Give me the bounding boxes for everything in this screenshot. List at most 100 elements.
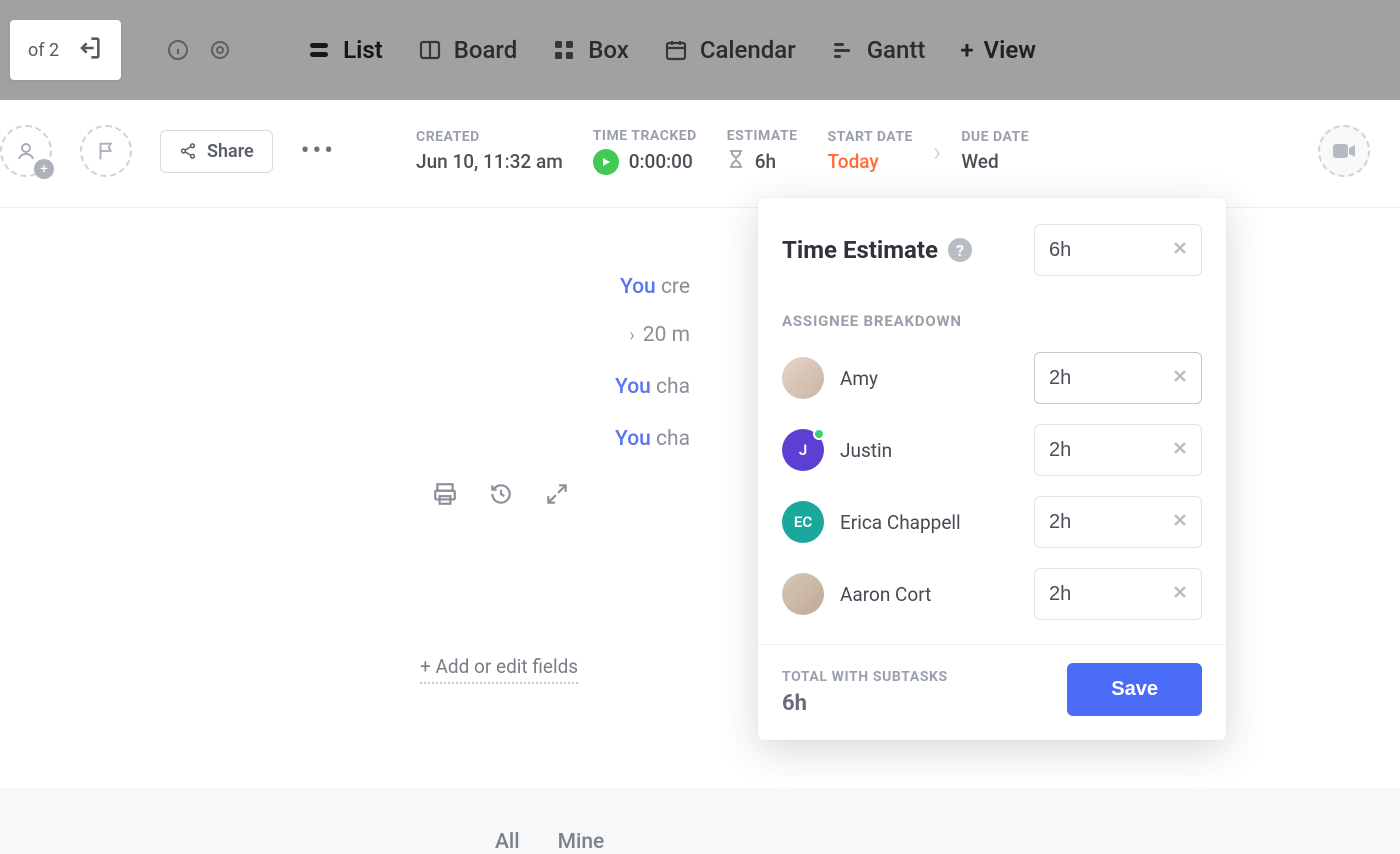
help-icon[interactable]: ? [948, 238, 972, 262]
clear-icon[interactable] [1170, 582, 1190, 606]
assignee-name: Amy [840, 367, 878, 390]
tab-board[interactable]: Board [418, 36, 518, 64]
add-view-label: View [984, 36, 1036, 64]
tab-board-label: Board [454, 36, 518, 64]
clear-icon[interactable] [1170, 438, 1190, 462]
assignee-time-field [1034, 568, 1202, 620]
assignee-info: Aaron Cort [782, 573, 931, 615]
tab-list[interactable]: List [307, 36, 383, 64]
date-separator-icon: › [933, 135, 941, 168]
footer-total: TOTAL WITH SUBTASKS 6h [782, 669, 948, 716]
avatar-initials: EC [794, 513, 812, 531]
clear-estimate-button[interactable] [1170, 238, 1190, 262]
activity-text: cha [651, 375, 690, 399]
pager-text: of 2 [28, 40, 59, 61]
priority-flag-button[interactable] [80, 125, 132, 177]
time-tracked-col[interactable]: TIME TRACKED 0:00:00 [593, 128, 697, 175]
tab-box[interactable]: Box [552, 36, 629, 64]
avatar: J [782, 429, 824, 471]
created-col: CREATED Jun 10, 11:32 am [416, 129, 563, 173]
assignee-row: EC Erica Chappell [758, 486, 1226, 558]
estimate-label: ESTIMATE [727, 128, 798, 144]
total-estimate-field [1034, 224, 1202, 276]
estimate-value: 6h [727, 149, 798, 174]
start-value: Today [828, 150, 913, 173]
tab-calendar[interactable]: Calendar [664, 36, 796, 64]
play-icon[interactable] [593, 149, 619, 175]
assignee-info: EC Erica Chappell [782, 501, 961, 543]
target-icon[interactable] [208, 38, 232, 62]
nav-misc-icons [166, 38, 232, 62]
assignee-name: Erica Chappell [840, 511, 961, 534]
share-button[interactable]: Share [160, 130, 273, 173]
activity-line-4: You cha [615, 427, 690, 451]
avatar [782, 573, 824, 615]
footer-label: TOTAL WITH SUBTASKS [782, 669, 948, 685]
assignee-row: J Justin [758, 414, 1226, 486]
add-fields-button[interactable]: + Add or edit fields [420, 655, 578, 684]
comment-tabs: All Mine [495, 830, 604, 854]
assignee-name: Justin [840, 439, 892, 462]
assignee-time-field [1034, 424, 1202, 476]
estimate-value-text: 6h [755, 150, 776, 173]
you-link[interactable]: You [615, 427, 651, 451]
exit-icon[interactable] [75, 34, 103, 66]
avatar [782, 357, 824, 399]
expand-icon[interactable] [544, 481, 570, 507]
assignee-info: J Justin [782, 429, 892, 471]
content-area: + Share ••• CREATED Jun 10, 11:32 am TIM… [0, 100, 1400, 788]
estimate-col[interactable]: ESTIMATE 6h [727, 128, 798, 174]
task-meta-row: + Share ••• CREATED Jun 10, 11:32 am TIM… [0, 100, 1400, 208]
popover-footer: TOTAL WITH SUBTASKS 6h Save [758, 644, 1226, 740]
you-link[interactable]: You [615, 375, 651, 399]
print-icon[interactable] [432, 481, 458, 507]
you-link[interactable]: You [620, 275, 656, 299]
tab-mine[interactable]: Mine [558, 830, 605, 854]
history-icon[interactable] [488, 481, 514, 507]
add-assignee-button[interactable]: + [0, 125, 52, 177]
assignee-time-field [1034, 496, 1202, 548]
due-value: Wed [961, 150, 1029, 173]
footer-value: 6h [782, 691, 948, 716]
tracked-time-text: 0:00:00 [629, 150, 693, 173]
plus-badge-icon: + [34, 159, 54, 179]
online-status-icon [813, 428, 825, 440]
activity-text: cre [656, 275, 690, 299]
activity-line-3: You cha [615, 375, 690, 399]
assignee-row: Amy [758, 342, 1226, 414]
time-estimate-popover: Time Estimate ? ASSIGNEE BREAKDOWN Amy J [758, 198, 1226, 740]
due-date-col[interactable]: DUE DATE Wed [961, 129, 1029, 173]
activity-text: cha [651, 427, 690, 451]
tab-list-label: List [343, 36, 383, 64]
due-label: DUE DATE [961, 129, 1029, 145]
video-call-button[interactable] [1318, 125, 1370, 177]
start-date-col[interactable]: START DATE Today [828, 129, 913, 173]
created-label: CREATED [416, 129, 563, 145]
top-nav: of 2 List Board Box Calendar Gantt [0, 0, 1400, 100]
tab-box-label: Box [588, 36, 629, 64]
clear-icon[interactable] [1170, 510, 1190, 534]
add-view-button[interactable]: + View [960, 36, 1036, 64]
activity-feed: You cre ›20 m You cha You cha [0, 220, 750, 507]
activity-text: 20 m [643, 323, 690, 347]
tab-calendar-label: Calendar [700, 36, 796, 64]
clear-icon[interactable] [1170, 366, 1190, 390]
activity-actions [0, 481, 570, 507]
plus-icon: + [960, 36, 973, 64]
meta-left-controls: + Share ••• [0, 125, 336, 177]
created-value: Jun 10, 11:32 am [416, 150, 563, 173]
pager-pill: of 2 [10, 20, 121, 80]
more-menu-button[interactable]: ••• [301, 136, 336, 166]
avatar: EC [782, 501, 824, 543]
view-tabs: List Board Box Calendar Gantt + View [307, 36, 1036, 64]
tab-all[interactable]: All [495, 830, 520, 854]
hourglass-icon [727, 149, 745, 174]
popover-header: Time Estimate ? [758, 198, 1226, 284]
info-icon[interactable] [166, 38, 190, 62]
tab-gantt[interactable]: Gantt [831, 36, 926, 64]
assignee-info: Amy [782, 357, 878, 399]
tracked-label: TIME TRACKED [593, 128, 697, 144]
assignee-name: Aaron Cort [840, 583, 931, 606]
save-button[interactable]: Save [1067, 663, 1202, 716]
activity-line-2: ›20 m [629, 323, 690, 347]
